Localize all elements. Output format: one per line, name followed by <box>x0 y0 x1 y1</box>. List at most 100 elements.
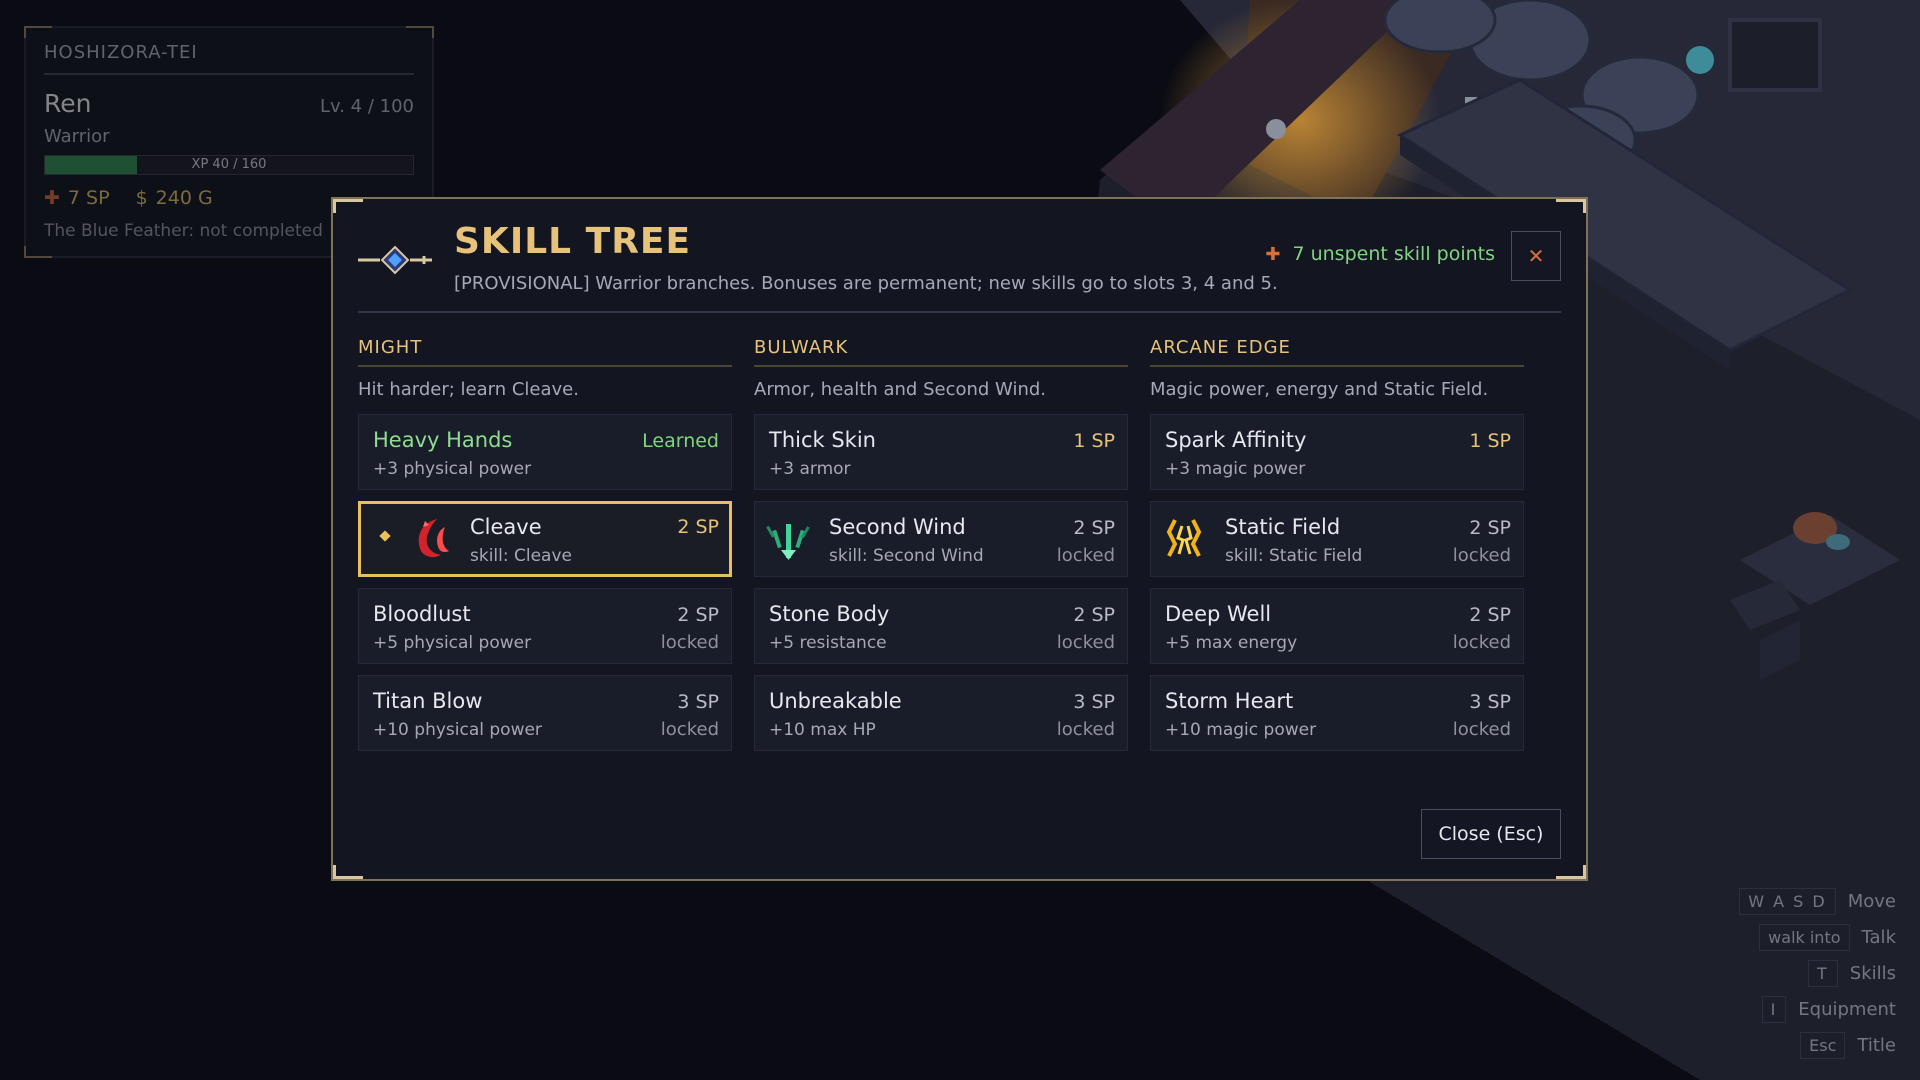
skill-locked-label: locked <box>660 632 719 653</box>
skill-node-stone-body[interactable]: Stone Body +5 resistance 2 SP locked <box>754 588 1128 664</box>
hint-label: Skills <box>1849 962 1896 984</box>
unspent-points: ✚ 7 unspent skill points <box>1265 243 1495 265</box>
xp-bar: XP 40 / 160 <box>44 155 414 175</box>
player-class: Warrior <box>44 126 110 147</box>
skill-tree-emblem-icon <box>358 245 432 275</box>
panel-corner <box>406 26 434 38</box>
dialog-title: SKILL TREE <box>454 221 692 262</box>
skill-locked-label: locked <box>1452 632 1511 653</box>
skill-locked-label: locked <box>1452 545 1511 566</box>
hint-equipment: I Equipment <box>1739 991 1896 1027</box>
dialog-corner <box>333 199 363 213</box>
skill-effect: +5 max energy <box>1165 633 1298 653</box>
dialog-corner <box>333 865 363 879</box>
branch-description: Armor, health and Second Wind. <box>754 379 1046 400</box>
static-field-icon <box>1166 519 1202 557</box>
dialog-corner <box>1556 199 1586 213</box>
skill-cost: 2 SP <box>677 604 719 626</box>
skill-cost: 1 SP <box>1469 430 1511 452</box>
hint-label: Equipment <box>1798 998 1896 1020</box>
skill-node-unbreakable[interactable]: Unbreakable +10 max HP 3 SP locked <box>754 675 1128 751</box>
key-cap: W A S D <box>1739 887 1836 915</box>
skill-node-titan-blow[interactable]: Titan Blow +10 physical power 3 SP locke… <box>358 675 732 751</box>
dialog-corner <box>1556 865 1586 879</box>
skill-name: Unbreakable <box>769 689 902 713</box>
hint-title: Esc Title <box>1739 1027 1896 1063</box>
skill-name: Heavy Hands <box>373 428 513 452</box>
skill-locked-label: locked <box>660 719 719 740</box>
skill-cost: 2 SP <box>1469 604 1511 626</box>
skill-locked-label: locked <box>1056 545 1115 566</box>
skill-locked-label: locked <box>1056 719 1115 740</box>
skill-effect: +3 magic power <box>1165 459 1306 479</box>
branch-description: Magic power, energy and Static Field. <box>1150 379 1489 400</box>
key-hints: W A S D Move walk into Talk T Skills I E… <box>1739 883 1896 1063</box>
key-cap: I <box>1761 995 1787 1023</box>
skill-node-second-wind[interactable]: Second Wind skill: Second Wind 2 SP lock… <box>754 501 1128 577</box>
skill-locked-label: locked <box>1452 719 1511 740</box>
cleave-icon <box>418 519 449 558</box>
skill-effect: skill: Second Wind <box>829 546 984 566</box>
skill-name: Stone Body <box>769 602 890 626</box>
skill-locked-label: locked <box>1056 632 1115 653</box>
skill-learned-badge: Learned <box>642 430 719 452</box>
branch-arcane-edge: ARCANE EDGE Magic power, energy and Stat… <box>1150 337 1524 751</box>
skill-name: Titan Blow <box>373 689 483 713</box>
plus-icon: ✚ <box>1265 244 1281 265</box>
skill-node-static-field[interactable]: Static Field skill: Static Field 2 SP lo… <box>1150 501 1524 577</box>
second-wind-icon <box>766 524 810 560</box>
skill-effect: +10 physical power <box>373 720 542 740</box>
skill-effect: +10 magic power <box>1165 720 1317 740</box>
skill-tree-dialog: SKILL TREE [PROVISIONAL] Warrior branche… <box>331 197 1588 881</box>
skill-cost: 2 SP <box>677 516 719 538</box>
skill-node-storm-heart[interactable]: Storm Heart +10 magic power 3 SP locked <box>1150 675 1524 751</box>
skill-effect: +10 max HP <box>769 720 876 740</box>
selection-marker-icon <box>379 530 391 542</box>
close-button[interactable]: Close (Esc) <box>1421 809 1561 859</box>
branch-might: MIGHT Hit harder; learn Cleave. Heavy Ha… <box>358 337 732 751</box>
skill-name: Spark Affinity <box>1165 428 1307 452</box>
skill-points-stat: ✚ 7 SP <box>44 187 110 209</box>
key-cap: Esc <box>1800 1031 1846 1059</box>
hint-skills: T Skills <box>1739 955 1896 991</box>
branch-bulwark: BULWARK Armor, health and Second Wind. T… <box>754 337 1128 751</box>
key-cap: walk into <box>1759 923 1850 951</box>
skill-cost: 3 SP <box>1469 691 1511 713</box>
branch-title: MIGHT <box>358 337 732 367</box>
skill-name: Deep Well <box>1165 602 1272 626</box>
skill-node-thick-skin[interactable]: Thick Skin +3 armor 1 SP <box>754 414 1128 490</box>
panel-corner <box>24 246 52 258</box>
panel-corner <box>24 26 52 38</box>
skill-name: Storm Heart <box>1165 689 1294 713</box>
coin-icon: $ <box>135 187 148 209</box>
hint-label: Talk <box>1861 926 1896 948</box>
gold-stat: $240 G <box>136 187 213 209</box>
branch-title: BULWARK <box>754 337 1128 367</box>
close-icon-button[interactable]: ✕ <box>1511 231 1561 281</box>
skill-node-bloodlust[interactable]: Bloodlust +5 physical power 2 SP locked <box>358 588 732 664</box>
skill-name: Second Wind <box>829 515 966 539</box>
skill-node-spark-affinity[interactable]: Spark Affinity +3 magic power 1 SP <box>1150 414 1524 490</box>
skill-points-value: 7 SP <box>67 187 110 209</box>
skill-cost: 3 SP <box>1073 691 1115 713</box>
skill-cost: 2 SP <box>1073 517 1115 539</box>
skill-cost: 2 SP <box>1073 604 1115 626</box>
plus-icon: ✚ <box>44 187 60 209</box>
gold-value: 240 G <box>155 187 213 209</box>
player-level: Lv. 4 / 100 <box>319 96 414 117</box>
hint-label: Move <box>1847 890 1896 912</box>
dialog-header: SKILL TREE [PROVISIONAL] Warrior branche… <box>358 221 1561 313</box>
location-name: HOSHIZORA-TEI <box>44 42 414 75</box>
skill-cost: 2 SP <box>1469 517 1511 539</box>
skill-name: Bloodlust <box>373 602 471 626</box>
unspent-points-text: 7 unspent skill points <box>1292 243 1495 265</box>
dialog-subtitle: [PROVISIONAL] Warrior branches. Bonuses … <box>454 273 1278 294</box>
skill-name: Thick Skin <box>769 428 876 452</box>
skill-cost: 1 SP <box>1073 430 1115 452</box>
skill-cost: 3 SP <box>677 691 719 713</box>
skill-node-deep-well[interactable]: Deep Well +5 max energy 2 SP locked <box>1150 588 1524 664</box>
skill-effect: skill: Cleave <box>470 546 572 566</box>
skill-node-heavy-hands[interactable]: Heavy Hands +3 physical power Learned <box>358 414 732 490</box>
skill-name: Cleave <box>470 515 542 539</box>
skill-node-cleave[interactable]: Cleave skill: Cleave 2 SP <box>358 501 732 577</box>
